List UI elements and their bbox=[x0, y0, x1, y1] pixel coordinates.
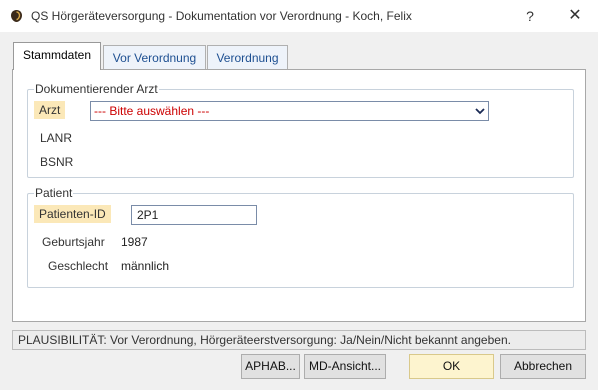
md-ansicht-button[interactable]: MD-Ansicht... bbox=[304, 354, 386, 379]
arzt-label: Arzt bbox=[34, 101, 66, 119]
help-button[interactable]: ? bbox=[518, 4, 542, 28]
bsnr-label: BSNR bbox=[40, 155, 74, 169]
tab-stammdaten[interactable]: Stammdaten bbox=[13, 42, 101, 70]
patienten-id-input[interactable]: 2P1 bbox=[131, 205, 257, 225]
window-title: QS Hörgeräteversorgung - Dokumentation v… bbox=[31, 9, 412, 23]
arzt-group-legend: Dokumentierender Arzt bbox=[34, 82, 159, 96]
geburtsjahr-value: 1987 bbox=[121, 235, 148, 249]
geschlecht-value: männlich bbox=[121, 259, 170, 273]
plausibility-status-bar: PLAUSIBILITÄT: Vor Verordnung, Hörgeräte… bbox=[12, 330, 586, 350]
arzt-select[interactable]: --- Bitte auswählen --- bbox=[90, 101, 489, 121]
patienten-id-value: 2P1 bbox=[137, 208, 159, 222]
patient-group-legend: Patient bbox=[34, 186, 74, 200]
hearing-aid-app-icon bbox=[11, 10, 22, 22]
stammdaten-panel: Dokumentierender Arzt Arzt --- Bitte aus… bbox=[12, 69, 586, 322]
patienten-id-label: Patienten-ID bbox=[34, 205, 111, 223]
ok-button[interactable]: OK bbox=[409, 354, 494, 379]
chevron-down-icon[interactable] bbox=[473, 103, 487, 119]
close-button[interactable]: ✕ bbox=[563, 4, 587, 28]
tab-vor-verordnung[interactable]: Vor Verordnung bbox=[103, 45, 206, 71]
plausibility-status-text: PLAUSIBILITÄT: Vor Verordnung, Hörgeräte… bbox=[18, 333, 511, 347]
patient-groupbox: Patient Patienten-ID 2P1 Geburtsjahr 198… bbox=[27, 186, 574, 288]
geburtsjahr-label: Geburtsjahr bbox=[42, 235, 105, 249]
arzt-groupbox: Dokumentierender Arzt Arzt --- Bitte aus… bbox=[27, 82, 574, 178]
lanr-label: LANR bbox=[40, 131, 73, 145]
geschlecht-label: Geschlecht bbox=[48, 259, 109, 273]
aphab-button[interactable]: APHAB... bbox=[241, 354, 300, 379]
tab-verordnung[interactable]: Verordnung bbox=[207, 45, 288, 71]
cancel-button[interactable]: Abbrechen bbox=[500, 354, 586, 379]
title-bar: QS Hörgeräteversorgung - Dokumentation v… bbox=[0, 0, 598, 32]
arzt-select-value: --- Bitte auswählen --- bbox=[94, 104, 210, 118]
